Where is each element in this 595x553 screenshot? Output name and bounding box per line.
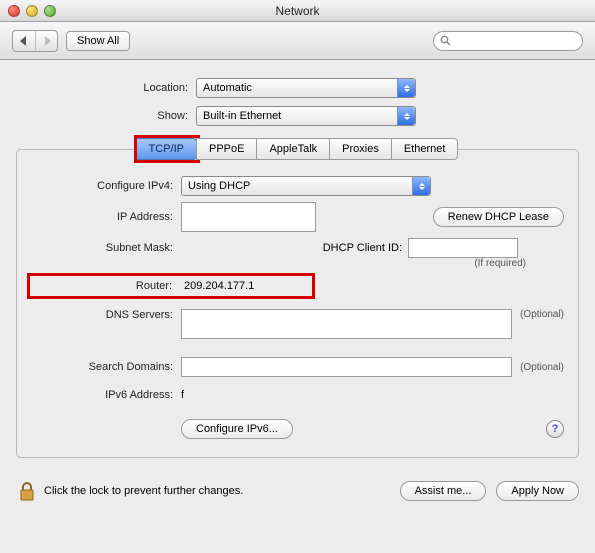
window-title: Network bbox=[0, 4, 595, 18]
lock-text: Click the lock to prevent further change… bbox=[44, 485, 243, 497]
tab-proxies[interactable]: Proxies bbox=[329, 138, 392, 160]
ip-address-label: IP Address: bbox=[31, 211, 181, 223]
dns-servers-input[interactable] bbox=[181, 309, 512, 339]
location-value: Automatic bbox=[203, 82, 252, 94]
renew-dhcp-button[interactable]: Renew DHCP Lease bbox=[433, 207, 564, 227]
help-button[interactable]: ? bbox=[546, 420, 564, 438]
configure-ipv6-button[interactable]: Configure IPv6... bbox=[181, 419, 293, 439]
location-label: Location: bbox=[16, 82, 196, 94]
ipv6-address-label: IPv6 Address: bbox=[31, 389, 181, 401]
tab-ethernet[interactable]: Ethernet bbox=[391, 138, 459, 160]
configure-ipv4-label: Configure IPv4: bbox=[31, 180, 181, 192]
dhcp-client-input[interactable] bbox=[408, 238, 518, 258]
forward-button[interactable] bbox=[35, 31, 57, 51]
dns-optional: (Optional) bbox=[520, 309, 564, 320]
chevron-updown-icon bbox=[397, 107, 415, 125]
content: Location: Automatic Show: Built-in Ether… bbox=[0, 60, 595, 458]
tab-tcpip[interactable]: TCP/IP bbox=[136, 138, 197, 160]
location-popup[interactable]: Automatic bbox=[196, 78, 416, 98]
show-all-button[interactable]: Show All bbox=[66, 31, 130, 51]
titlebar: Network bbox=[0, 0, 595, 22]
show-value: Built-in Ethernet bbox=[203, 110, 281, 122]
footer: Click the lock to prevent further change… bbox=[0, 468, 595, 514]
show-popup[interactable]: Built-in Ethernet bbox=[196, 106, 416, 126]
tab-pppoe[interactable]: PPPoE bbox=[196, 138, 257, 160]
show-label: Show: bbox=[16, 110, 196, 122]
assist-me-button[interactable]: Assist me... bbox=[400, 481, 487, 501]
chevron-updown-icon bbox=[412, 177, 430, 195]
ipv6-address-value: f bbox=[181, 389, 184, 401]
tcpip-panel: Configure IPv4: Using DHCP IP Address: R… bbox=[16, 149, 579, 458]
dhcp-client-label: DHCP Client ID: bbox=[316, 242, 408, 254]
chevron-updown-icon bbox=[397, 79, 415, 97]
search-domains-optional: (Optional) bbox=[520, 362, 564, 373]
ip-address-value bbox=[181, 202, 316, 232]
configure-ipv4-popup[interactable]: Using DHCP bbox=[181, 176, 431, 196]
subnet-mask-label: Subnet Mask: bbox=[31, 242, 181, 254]
search-icon bbox=[440, 35, 451, 46]
nav-buttons bbox=[12, 30, 58, 52]
back-button[interactable] bbox=[13, 31, 35, 51]
search-domains-input[interactable] bbox=[181, 357, 512, 377]
dns-servers-label: DNS Servers: bbox=[31, 309, 181, 321]
tab-bar: TCP/IP PPPoE AppleTalk Proxies Ethernet bbox=[16, 138, 579, 160]
lock-icon[interactable] bbox=[16, 478, 38, 504]
router-label: Router: bbox=[34, 280, 180, 292]
router-value: 209.204.177.1 bbox=[180, 280, 308, 292]
apply-now-button[interactable]: Apply Now bbox=[496, 481, 579, 501]
toolbar: Show All bbox=[0, 22, 595, 60]
configure-ipv4-value: Using DHCP bbox=[188, 180, 250, 192]
search-input[interactable] bbox=[433, 31, 583, 51]
search-domains-label: Search Domains: bbox=[31, 361, 181, 373]
tab-appletalk[interactable]: AppleTalk bbox=[256, 138, 330, 160]
